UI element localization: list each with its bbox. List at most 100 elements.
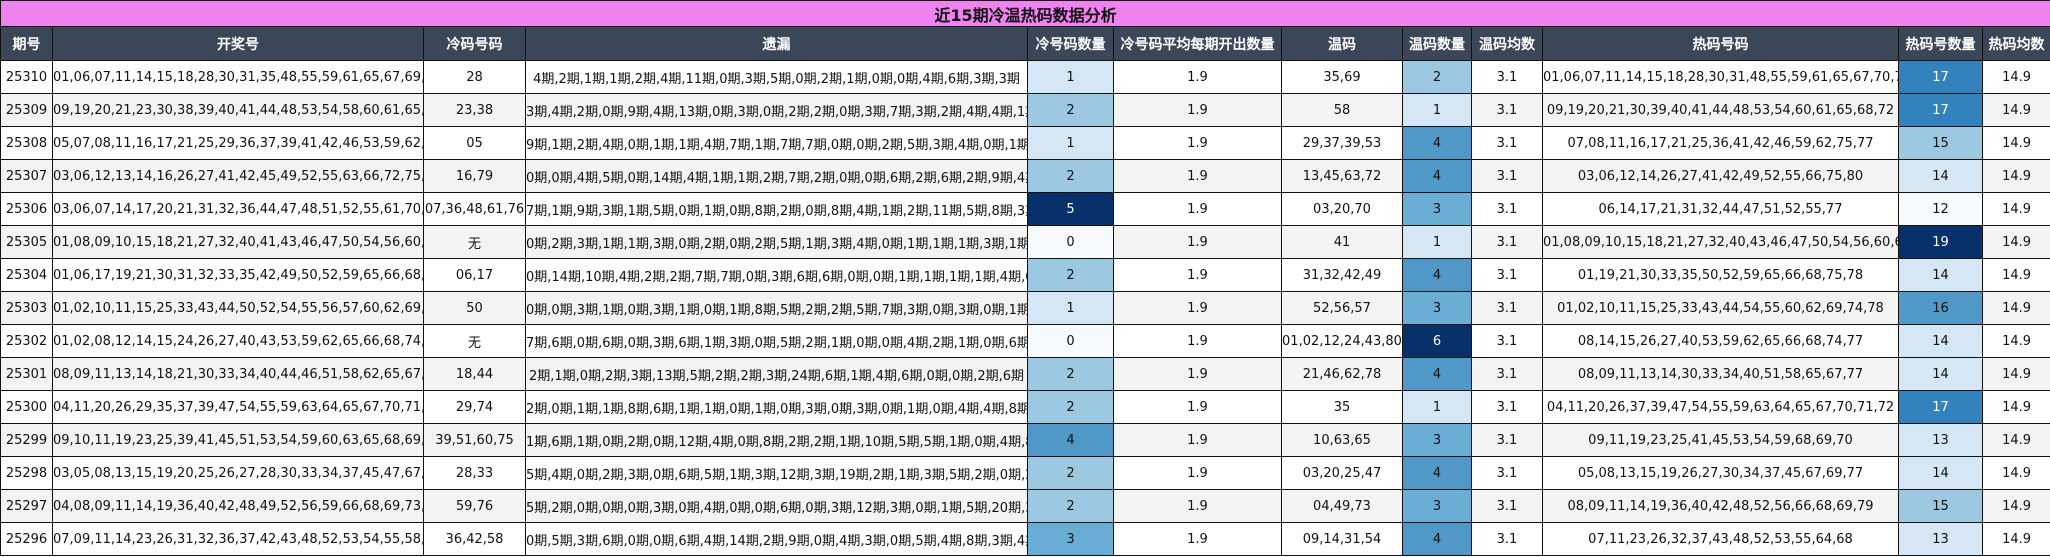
cell-cold: 59,76: [423, 489, 526, 523]
cell-cold-count: 2: [1027, 390, 1114, 424]
cell-hot-avg: 14.9: [1981, 489, 2050, 523]
cell-miss: 7期,6期,0期,6期,0期,3期,6期,1期,3期,0期,5期,2期,1期,0…: [525, 324, 1028, 358]
cell-period: 25300: [0, 390, 53, 424]
cell-cold: 36,42,58: [423, 522, 526, 556]
cell-numbers: 03,06,12,13,14,16,26,27,41,42,45,49,52,5…: [52, 159, 424, 193]
cell-warm-count: 3: [1402, 192, 1472, 226]
cell-miss: 2期,1期,0期,2期,3期,13期,5期,2期,2期,3期,24期,6期,1期…: [525, 357, 1028, 391]
cell-cold-count: 2: [1027, 456, 1114, 490]
cell-warm-count: 1: [1402, 93, 1472, 127]
cell-hot-count: 15: [1898, 489, 1983, 523]
cell-cold-avg: 1.9: [1113, 93, 1282, 127]
cell-warm: 35,69: [1281, 60, 1403, 94]
header-warm-avg: 温码均数: [1471, 26, 1543, 61]
cell-warm-count: 1: [1402, 225, 1472, 259]
cell-warm-avg: 3.1: [1471, 60, 1543, 94]
cell-miss: 0期,0期,3期,1期,0期,3期,1期,0期,1期,8期,5期,2期,2期,5…: [525, 291, 1028, 325]
cell-hot: 01,06,07,11,14,15,18,28,30,31,48,55,59,6…: [1542, 60, 1899, 94]
header-numbers: 开奖号: [52, 26, 424, 61]
cell-hot-count: 16: [1898, 291, 1983, 325]
cell-hot-avg: 14.9: [1981, 258, 2050, 292]
table-row: 25306 03,06,07,14,17,20,21,31,32,36,44,47…: [0, 192, 2050, 226]
cell-warm-avg: 3.1: [1471, 522, 1543, 556]
cell-cold: 16,79: [423, 159, 526, 193]
cell-period: 25310: [0, 60, 53, 94]
cell-hot: 03,06,12,14,26,27,41,42,49,52,55,66,75,8…: [1542, 159, 1899, 193]
cell-warm-avg: 3.1: [1471, 357, 1543, 391]
cell-warm-avg: 3.1: [1471, 159, 1543, 193]
header-row: 期号 开奖号 冷码号码 遗漏 冷号码数量 冷号码平均每期开出数量 温码 温码数量…: [0, 26, 2050, 61]
cell-miss: 0期,5期,3期,6期,0期,0期,6期,4期,14期,2期,9期,0期,4期,…: [525, 522, 1028, 556]
cell-cold: 05: [423, 126, 526, 160]
cell-hot-count: 13: [1898, 423, 1983, 457]
cell-hot-avg: 14.9: [1981, 225, 2050, 259]
table-row: 25299 09,10,11,19,23,25,39,41,45,51,53,54…: [0, 423, 2050, 457]
cell-hot: 01,08,09,10,15,18,21,27,32,40,43,46,47,5…: [1542, 225, 1899, 259]
cell-period: 25307: [0, 159, 53, 193]
cell-cold: 39,51,60,75: [423, 423, 526, 457]
cell-cold: 28,33: [423, 456, 526, 490]
cell-period: 25306: [0, 192, 53, 226]
table-row: 25297 04,08,09,11,14,19,36,40,42,48,49,52…: [0, 489, 2050, 523]
cell-warm-count: 4: [1402, 522, 1472, 556]
cell-warm-avg: 3.1: [1471, 225, 1543, 259]
cell-numbers: 03,05,08,13,15,19,20,25,26,27,28,30,33,3…: [52, 456, 424, 490]
cell-numbers: 09,19,20,21,23,30,38,39,40,41,44,48,53,5…: [52, 93, 424, 127]
table-row: 25298 03,05,08,13,15,19,20,25,26,27,28,30…: [0, 456, 2050, 490]
cell-hot-count: 12: [1898, 192, 1983, 226]
cell-warm-count: 3: [1402, 291, 1472, 325]
cell-miss: 5期,4期,0期,2期,3期,0期,6期,5期,1期,3期,12期,3期,19期…: [525, 456, 1028, 490]
table-title: 近15期冷温热码数据分析: [0, 0, 2050, 27]
cell-cold: 23,38: [423, 93, 526, 127]
cell-warm-count: 3: [1402, 489, 1472, 523]
cell-cold-count: 1: [1027, 60, 1114, 94]
cell-hot: 09,19,20,21,30,39,40,41,44,48,53,54,60,6…: [1542, 93, 1899, 127]
cell-hot-count: 17: [1898, 93, 1983, 127]
table-row: 25307 03,06,12,13,14,16,26,27,41,42,45,49…: [0, 159, 2050, 193]
header-cold-avg: 冷号码平均每期开出数量: [1113, 26, 1282, 61]
cell-hot-avg: 14.9: [1981, 357, 2050, 391]
cell-hot-avg: 14.9: [1981, 456, 2050, 490]
cell-warm: 58: [1281, 93, 1403, 127]
table-row: 25308 05,07,08,11,16,17,21,25,29,36,37,39…: [0, 126, 2050, 160]
cell-hot: 01,19,21,30,33,35,50,52,59,65,66,68,75,7…: [1542, 258, 1899, 292]
cell-cold-count: 0: [1027, 324, 1114, 358]
cell-warm: 03,20,25,47: [1281, 456, 1403, 490]
cell-miss: 9期,1期,2期,4期,0期,1期,1期,4期,7期,1期,7期,7期,0期,0…: [525, 126, 1028, 160]
cell-hot-avg: 14.9: [1981, 192, 2050, 226]
cell-warm-count: 4: [1402, 357, 1472, 391]
cell-warm: 13,45,63,72: [1281, 159, 1403, 193]
cell-warm-count: 4: [1402, 456, 1472, 490]
cell-hot-count: 19: [1898, 225, 1983, 259]
cell-hot-count: 14: [1898, 357, 1983, 391]
cell-cold-count: 0: [1027, 225, 1114, 259]
table-row: 25303 01,02,10,11,15,25,33,43,44,50,52,54…: [0, 291, 2050, 325]
cell-warm-count: 6: [1402, 324, 1472, 358]
table-row: 25302 01,02,08,12,14,15,24,26,27,40,43,53…: [0, 324, 2050, 358]
cell-cold-count: 1: [1027, 126, 1114, 160]
cell-warm: 41: [1281, 225, 1403, 259]
cell-hot-count: 14: [1898, 258, 1983, 292]
cell-cold: 18,44: [423, 357, 526, 391]
cell-cold-avg: 1.9: [1113, 357, 1282, 391]
cell-numbers: 01,06,17,19,21,30,31,32,33,35,42,49,50,5…: [52, 258, 424, 292]
cell-warm-avg: 3.1: [1471, 456, 1543, 490]
cell-warm-avg: 3.1: [1471, 93, 1543, 127]
cell-cold-avg: 1.9: [1113, 489, 1282, 523]
title-row: 近15期冷温热码数据分析: [0, 0, 2050, 27]
cell-cold-avg: 1.9: [1113, 258, 1282, 292]
cell-numbers: 09,10,11,19,23,25,39,41,45,51,53,54,59,6…: [52, 423, 424, 457]
cell-cold: 无: [423, 225, 526, 259]
cell-hot-avg: 14.9: [1981, 291, 2050, 325]
cell-warm-count: 4: [1402, 159, 1472, 193]
cell-cold-avg: 1.9: [1113, 522, 1282, 556]
cell-numbers: 04,08,09,11,14,19,36,40,42,48,49,52,56,5…: [52, 489, 424, 523]
cell-warm-avg: 3.1: [1471, 126, 1543, 160]
cell-hot: 06,14,17,21,31,32,44,47,51,52,55,77: [1542, 192, 1899, 226]
cell-hot-count: 13: [1898, 522, 1983, 556]
cell-cold-count: 4: [1027, 423, 1114, 457]
cell-warm: 09,14,31,54: [1281, 522, 1403, 556]
cell-warm-count: 2: [1402, 60, 1472, 94]
cell-hot-avg: 14.9: [1981, 390, 2050, 424]
cell-period: 25298: [0, 456, 53, 490]
